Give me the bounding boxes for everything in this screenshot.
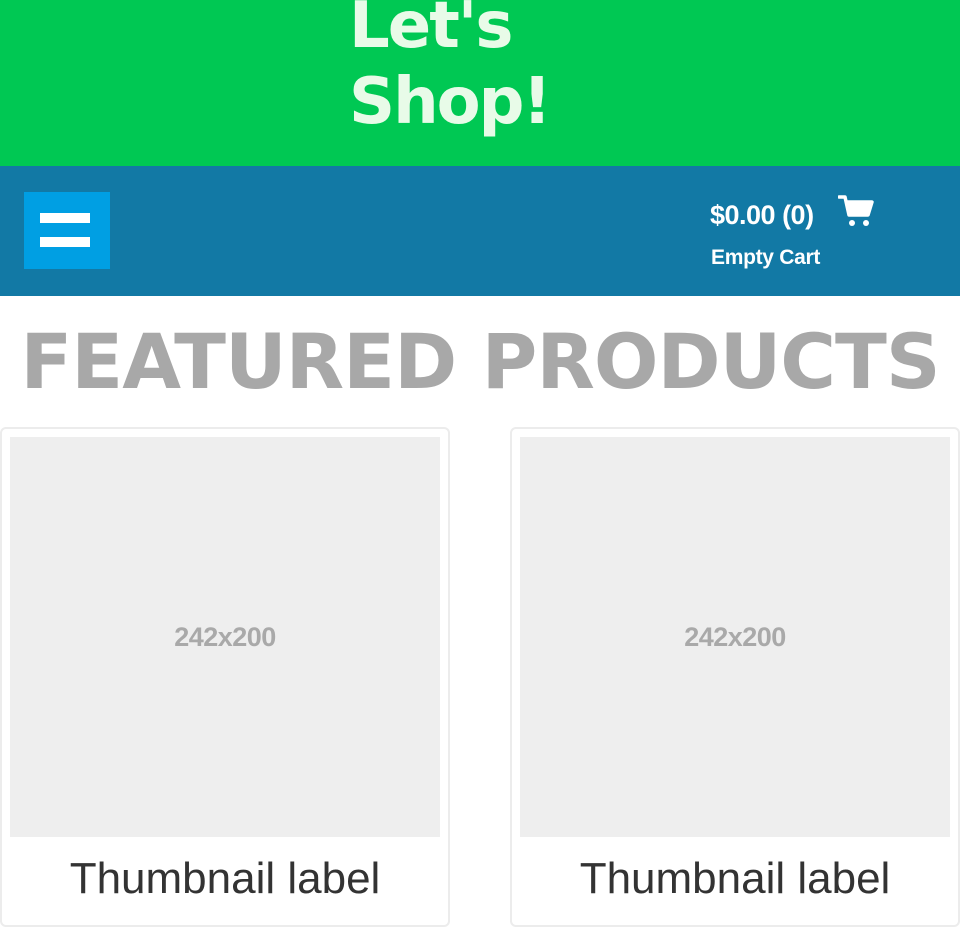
placeholder-dimensions: 242x200 <box>174 621 276 652</box>
placeholder-dimensions: 242x200 <box>684 621 786 652</box>
shopping-cart-icon[interactable] <box>837 194 874 228</box>
product-card[interactable]: 242x200 Thumbnail label <box>510 427 960 927</box>
site-title[interactable]: Let's Shop! <box>349 0 552 140</box>
section-title: FEATURED PRODUCTS <box>20 317 940 406</box>
product-label[interactable]: Thumbnail label <box>512 853 958 905</box>
site-banner: Let's Shop! <box>0 0 960 166</box>
menu-toggle-button[interactable] <box>24 192 110 269</box>
product-card[interactable]: 242x200 Thumbnail label <box>0 427 450 927</box>
product-label[interactable]: Thumbnail label <box>2 853 448 905</box>
product-image-placeholder[interactable]: 242x200 <box>520 437 950 837</box>
hamburger-menu-icon <box>40 213 90 223</box>
cart-total[interactable]: $0.00 (0) <box>710 200 814 231</box>
navbar: $0.00 (0) Empty Cart <box>0 166 960 296</box>
product-image-placeholder[interactable]: 242x200 <box>10 437 440 837</box>
cart-status[interactable]: Empty Cart <box>711 246 820 270</box>
hamburger-menu-icon-bar <box>40 237 90 247</box>
cart-summary[interactable]: $0.00 (0) Empty Cart <box>710 194 910 274</box>
